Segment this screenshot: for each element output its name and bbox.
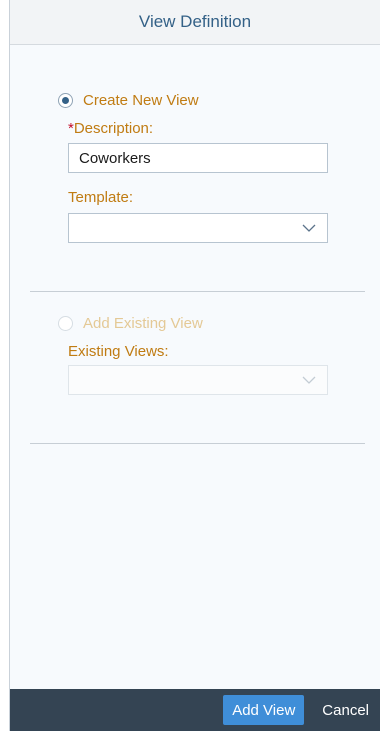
- dialog-title: View Definition: [138, 12, 252, 31]
- chevron-down-icon[interactable]: [301, 373, 317, 387]
- dialog-footer: Add View Cancel: [10, 689, 380, 731]
- description-input[interactable]: [68, 143, 328, 173]
- radio-selected-dot: [62, 96, 69, 104]
- description-label-row: *Description:: [68, 120, 153, 137]
- existing-views-label: Existing Views:: [68, 343, 169, 360]
- create-new-view-label: Create New View: [83, 91, 199, 109]
- dialog-content: Create New View *Description: Template: …: [10, 45, 380, 689]
- template-select[interactable]: [68, 213, 328, 243]
- create-new-view-radio-button[interactable]: [58, 92, 73, 108]
- view-definition-dialog: View Definition Create New View *Descrip…: [9, 0, 380, 731]
- add-view-button[interactable]: Add View: [223, 695, 305, 725]
- add-existing-view-radio[interactable]: Add Existing View: [58, 312, 203, 334]
- dialog-header: View Definition: [10, 0, 380, 45]
- add-existing-view-label: Add Existing View: [83, 314, 203, 332]
- cancel-button[interactable]: Cancel: [314, 695, 377, 725]
- existing-views-select[interactable]: [68, 365, 328, 395]
- description-label: Description:: [73, 120, 154, 137]
- section-divider: [30, 291, 365, 292]
- chevron-down-icon[interactable]: [301, 221, 317, 235]
- create-new-view-radio[interactable]: Create New View: [58, 89, 199, 111]
- section-divider: [30, 443, 365, 444]
- add-existing-view-radio-button[interactable]: [58, 315, 73, 331]
- template-label: Template:: [68, 189, 134, 206]
